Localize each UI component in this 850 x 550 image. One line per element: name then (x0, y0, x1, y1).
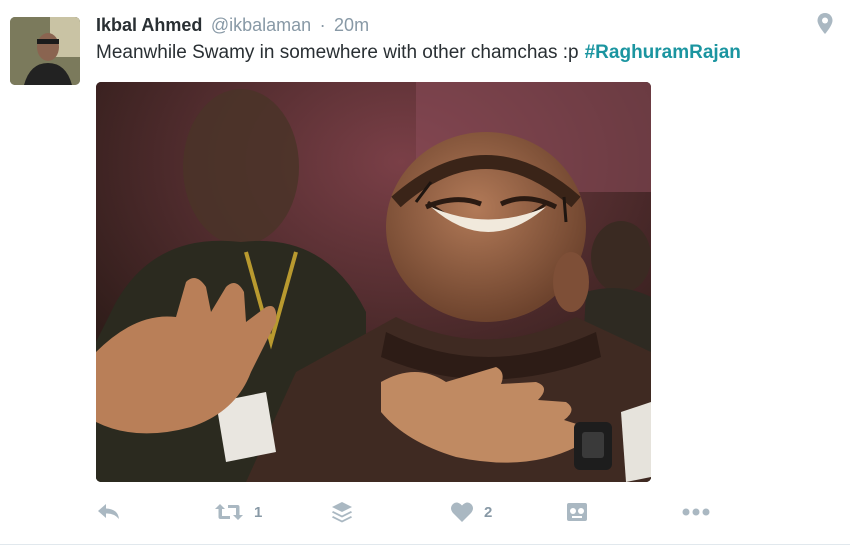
tweet-timestamp[interactable]: 20m (334, 15, 369, 35)
like-button[interactable]: 2 (450, 498, 492, 526)
retweet-icon (215, 504, 243, 520)
tweet-card: Ikbal Ahmed @ikbalaman · 20m Meanwhile S… (0, 0, 850, 550)
geo-pin-icon[interactable] (816, 12, 834, 36)
tweet-photo[interactable] (96, 82, 651, 482)
separator: · (319, 15, 326, 35)
more-button[interactable] (681, 498, 711, 526)
reply-button[interactable] (96, 498, 122, 526)
tweet-actions: 1 2 (96, 498, 816, 528)
layers-icon (332, 502, 352, 523)
author-name[interactable]: Ikbal Ahmed (96, 15, 202, 35)
reply-icon (98, 504, 119, 519)
heart-icon (451, 502, 473, 522)
avatar[interactable] (10, 17, 80, 85)
more-icon (682, 508, 710, 516)
tweet-header: Ikbal Ahmed @ikbalaman · 20m (96, 15, 369, 39)
divider (0, 544, 850, 545)
gif-button[interactable] (566, 498, 588, 526)
hashtag-link[interactable]: #RaghuramRajan (585, 42, 741, 63)
retweet-button[interactable]: 1 (214, 498, 262, 526)
tweet-body: Meanwhile Swamy in somewhere with other … (96, 42, 579, 63)
like-count: 2 (484, 503, 493, 521)
tweet-text: Meanwhile Swamy in somewhere with other … (96, 42, 741, 64)
layers-button[interactable] (331, 498, 353, 526)
gif-icon (567, 503, 587, 521)
retweet-count: 1 (254, 503, 263, 521)
author-handle[interactable]: @ikbalaman (211, 15, 311, 35)
